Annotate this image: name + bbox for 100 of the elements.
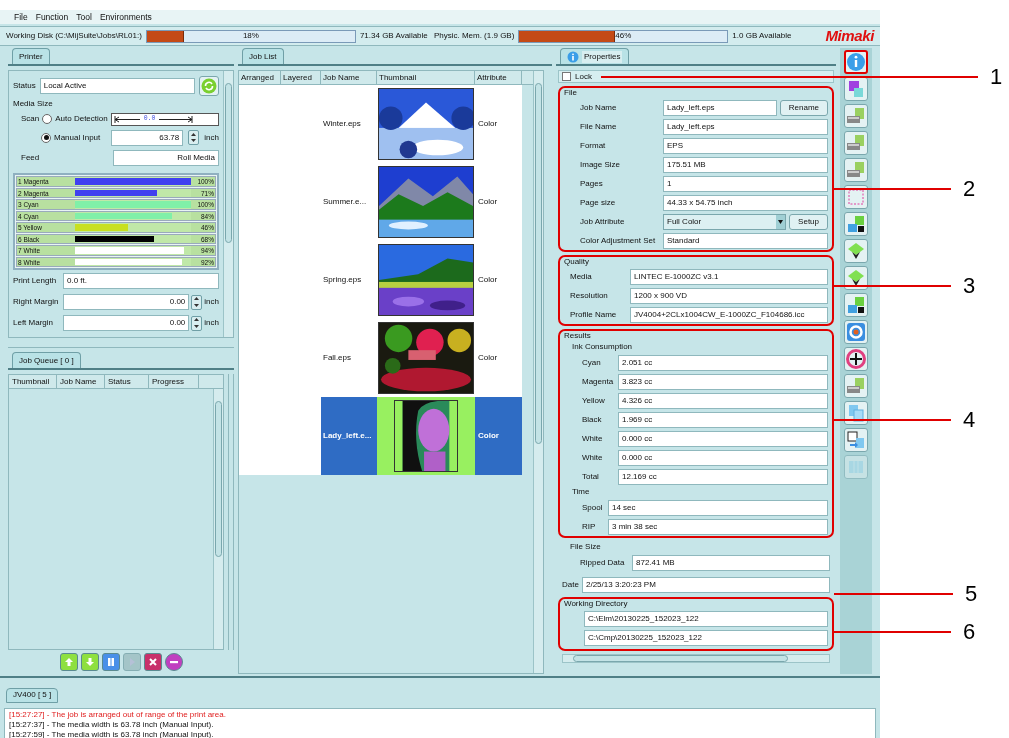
column-header[interactable]: Progress <box>149 375 199 388</box>
text-field[interactable]: 175.51 MB <box>663 156 828 173</box>
column-header[interactable]: Job Name <box>321 71 377 84</box>
text-field[interactable]: Lady_left.eps <box>663 118 828 135</box>
spinner-button[interactable] <box>191 294 203 310</box>
panel-tab[interactable]: Printer <box>12 48 50 64</box>
text-field[interactable]: 2/25/13 3:20:23 PM <box>582 576 830 593</box>
info-icon <box>846 52 866 72</box>
callout-number: 6 <box>963 621 977 643</box>
field-label: Total <box>582 470 600 483</box>
text-field[interactable]: C:\Cmp\20130225_152023_122 <box>584 629 828 646</box>
remove-button[interactable] <box>164 653 183 671</box>
text-field[interactable]: 1.969 cc <box>618 411 828 428</box>
group-title: Results <box>564 331 592 341</box>
field-label: Spool <box>582 501 604 514</box>
text-field[interactable]: 63.78 <box>111 129 184 146</box>
panel-tab[interactable]: Job Queue [ 0 ] <box>12 352 81 368</box>
text-field[interactable]: Standard <box>663 232 828 249</box>
job-row[interactable]: Winter.eps Color <box>239 85 522 163</box>
text-field[interactable]: 14 sec <box>608 499 828 516</box>
panel-tab[interactable]: Properties <box>560 48 630 64</box>
column-header[interactable]: Attribute <box>475 71 522 84</box>
field-label: White <box>582 451 604 464</box>
menu-item[interactable]: Function <box>35 10 69 24</box>
logo: Mimaki <box>825 25 874 46</box>
up-arrow-icon <box>191 132 197 136</box>
column-header[interactable]: Thumbnail <box>9 375 57 388</box>
field-button[interactable]: Rename <box>779 99 828 116</box>
attribute-cell-text: Color <box>477 274 499 286</box>
menu-item[interactable]: Tool <box>76 10 92 24</box>
text-field[interactable]: 0.000 cc <box>618 449 828 466</box>
text-field[interactable]: Local Active <box>39 78 195 94</box>
column-header[interactable]: Layered <box>281 71 321 84</box>
section-title: File Size <box>569 541 602 553</box>
text-field[interactable]: EPS <box>663 137 828 154</box>
cancel-button[interactable] <box>143 653 162 671</box>
lock-label: Lock <box>575 70 592 83</box>
text-field[interactable]: 3 min 38 sec <box>608 518 828 535</box>
text-field[interactable]: LINTEC E-1000ZC v3.1 <box>630 268 828 285</box>
text-field[interactable]: 0.000 cc <box>618 430 828 447</box>
panel-tab[interactable]: Job List <box>242 48 284 64</box>
text-field[interactable]: C:\Elm\20130225_152023_122 <box>584 610 828 627</box>
text-field[interactable]: 44.33 x 54.75 inch <box>663 194 828 211</box>
toolbar-button[interactable] <box>844 347 868 371</box>
printer-icon <box>846 133 866 153</box>
menu-item[interactable]: Environments <box>99 10 152 24</box>
scrollbar[interactable] <box>223 71 233 337</box>
horizontal-scrollbar[interactable] <box>562 654 830 663</box>
job-row[interactable]: Summer.e... Color <box>239 163 522 241</box>
field-label: Resolution <box>570 289 609 302</box>
text-field[interactable]: 0.00 <box>63 315 190 331</box>
log-tab[interactable]: JV400 [ 5 ] <box>6 687 59 703</box>
down-button[interactable] <box>80 653 99 671</box>
radio-label: Auto Detection <box>55 113 108 125</box>
field-label: Print Length <box>13 275 58 287</box>
lock-checkbox[interactable] <box>562 72 571 81</box>
printer-icon <box>846 106 866 126</box>
text-field[interactable]: 872.41 MB <box>632 554 830 571</box>
job-row[interactable]: Spring.eps Color <box>239 241 522 319</box>
scrollbar[interactable] <box>213 389 223 649</box>
up-arrow-icon <box>63 657 74 667</box>
text-field[interactable]: 0.00 <box>63 294 190 310</box>
field-label: Job Attribute <box>580 215 626 228</box>
column-header[interactable]: Thumbnail <box>377 71 475 84</box>
up-button[interactable] <box>59 653 78 671</box>
text-field[interactable]: 3.823 cc <box>618 373 828 390</box>
select-field[interactable]: Full Color <box>663 213 787 230</box>
toolbar-button[interactable] <box>844 293 868 317</box>
radio-button[interactable] <box>41 132 51 143</box>
text-field[interactable]: Lady_left.eps <box>663 99 777 116</box>
column-header[interactable]: Arranged <box>239 71 281 84</box>
toolbar-button[interactable] <box>844 212 868 236</box>
text-field[interactable]: 0.0 ft. <box>63 273 219 289</box>
job-row[interactable]: Fall.eps Color <box>239 319 522 397</box>
down-arrow-icon <box>191 139 197 143</box>
text-field[interactable]: 1200 x 900 VD <box>630 287 828 304</box>
scrollbar[interactable] <box>533 71 543 673</box>
pause-button[interactable] <box>101 653 120 671</box>
field-label: Pages <box>580 177 604 190</box>
meter-reading: 46% <box>614 30 633 42</box>
memory-label: Physic. Mem. (1.9 GB) <box>433 30 515 42</box>
text-field[interactable]: JV4004+2CLx1004CW_E-1000ZC_F104686.icc <box>630 306 828 323</box>
column-header[interactable]: Job Name <box>57 375 105 388</box>
text-field[interactable]: 4.326 cc <box>618 392 828 409</box>
field-button[interactable]: Setup <box>789 213 828 230</box>
spinner-button[interactable] <box>188 130 200 145</box>
text-field[interactable]: 2.051 cc <box>618 354 828 371</box>
text-field[interactable]: Roll Media <box>113 150 219 166</box>
text-field[interactable]: 1 <box>663 175 828 192</box>
column-header[interactable]: Status <box>105 375 149 388</box>
refresh-button[interactable] <box>199 76 219 96</box>
spinner-button[interactable] <box>191 315 203 331</box>
copy-icon <box>846 403 866 423</box>
section-title: Ink Consumption <box>571 341 634 353</box>
down-arrow-icon <box>84 657 95 667</box>
radio-button[interactable] <box>42 114 53 124</box>
text-field[interactable]: 12.169 cc <box>618 468 828 485</box>
layers-icon <box>846 268 866 288</box>
job-row[interactable]: Lady_left.e... Color <box>239 397 522 475</box>
menu-item[interactable]: File <box>14 10 28 24</box>
